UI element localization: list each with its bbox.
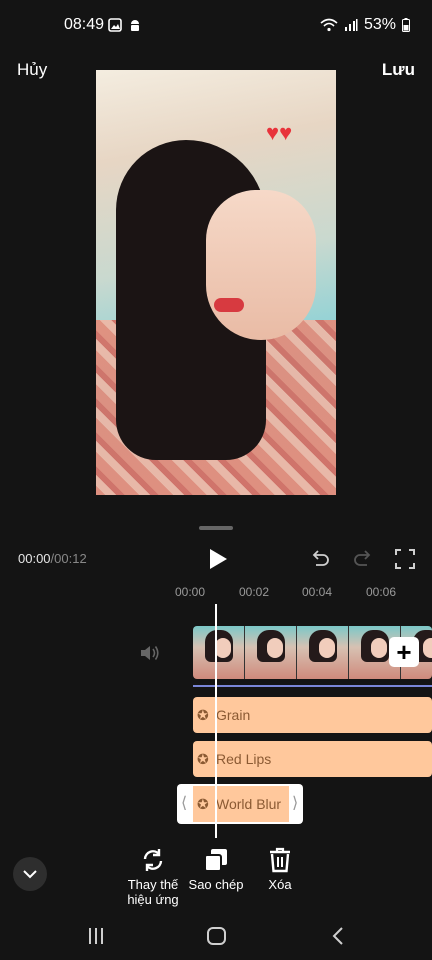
effect-icon: ✪: [197, 796, 209, 812]
copy-button[interactable]: Sao chép: [186, 847, 246, 892]
replace-label-line1: Thay thế: [127, 877, 179, 892]
replace-icon: [143, 849, 163, 871]
back-icon[interactable]: [332, 927, 343, 945]
battery-percent: 53%: [363, 16, 396, 33]
status-time: 08:49: [64, 16, 105, 33]
effect-clip-grain[interactable]: ✪ Grain: [193, 697, 432, 733]
delete-label: Xóa: [268, 877, 292, 892]
trim-left-handle[interactable]: ⟨: [181, 793, 187, 813]
effect-label: World Blur: [216, 796, 282, 812]
home-icon[interactable]: [207, 927, 226, 945]
plus-icon: +: [396, 637, 412, 667]
video-frame: [193, 626, 245, 679]
video-frame: [245, 626, 297, 679]
status-system-icons: 53%: [320, 16, 410, 34]
android-icon: [131, 20, 139, 31]
wifi-icon: [320, 18, 338, 32]
collapse-button[interactable]: [13, 857, 47, 891]
current-time: 00:00: [18, 551, 51, 566]
battery-icon: [402, 18, 410, 32]
effect-label: Grain: [216, 707, 251, 723]
ruler-tick: 00:00: [175, 585, 206, 599]
preview-lips: [214, 298, 244, 312]
heart-sticker-icon: ♥♥: [266, 120, 293, 145]
effect-icon: ✪: [197, 751, 209, 767]
redo-icon[interactable]: [352, 548, 374, 570]
fullscreen-icon[interactable]: [394, 548, 416, 570]
delete-button[interactable]: Xóa: [262, 847, 298, 892]
gallery-icon: [108, 18, 122, 32]
chevron-down-icon: [23, 870, 37, 879]
effect-clip-red-lips[interactable]: ✪ Red Lips: [193, 741, 432, 777]
system-nav-bar: [89, 927, 343, 945]
ruler-tick: 00:04: [302, 585, 333, 599]
video-preview[interactable]: ♥♥: [96, 70, 336, 495]
play-icon[interactable]: [208, 548, 228, 570]
ruler-tick: 00:02: [239, 585, 270, 599]
total-time: 00:12: [54, 551, 87, 566]
save-button[interactable]: Lưu: [382, 60, 415, 80]
track-divider: [193, 685, 432, 687]
recents-icon[interactable]: [89, 928, 103, 944]
time-display: 00:00/00:12: [18, 551, 87, 566]
replace-effect-button[interactable]: Thay thế hiệu ứng: [124, 847, 182, 907]
copy-label: Sao chép: [188, 877, 244, 892]
add-clip-button[interactable]: +: [389, 637, 419, 667]
preview-face: [206, 190, 316, 340]
trash-icon: [270, 847, 290, 873]
signal-icon: [344, 19, 358, 31]
cancel-button[interactable]: Hủy: [17, 60, 47, 80]
effect-label: Red Lips: [216, 751, 272, 767]
volume-icon[interactable]: [139, 643, 161, 663]
video-frame: [297, 626, 349, 679]
effect-clip-world-blur[interactable]: ✪ World Blur: [193, 786, 289, 822]
replace-label-line2: hiệu ứng: [127, 892, 179, 907]
trim-right-handle[interactable]: ⟩: [292, 793, 298, 813]
drag-handle[interactable]: [199, 526, 233, 530]
ruler-tick: 00:06: [366, 585, 397, 599]
effect-icon: ✪: [197, 707, 209, 723]
undo-icon[interactable]: [309, 548, 331, 570]
playhead[interactable]: [215, 604, 217, 838]
copy-icon: [204, 849, 227, 872]
status-notification-icons: [108, 18, 142, 32]
